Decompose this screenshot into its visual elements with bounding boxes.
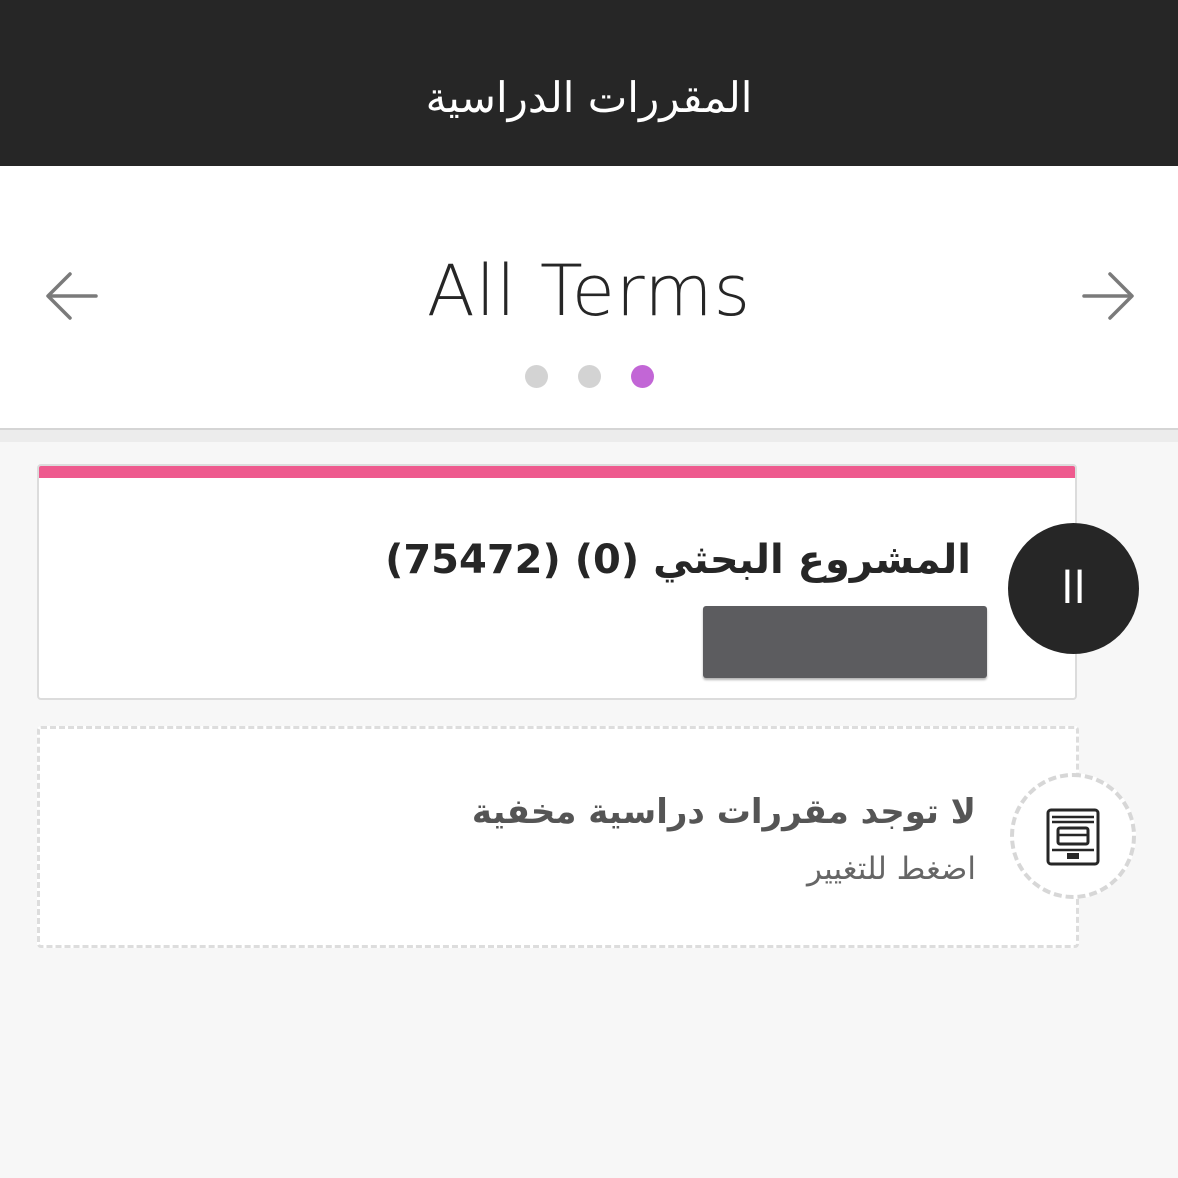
hidden-courses-card[interactable]: لا توجد مقررات دراسية مخفية اضغط للتغيير (37, 726, 1079, 948)
course-avatar: اا (1008, 523, 1139, 654)
redacted-instructor-name (703, 606, 987, 678)
arrow-right-icon (1082, 272, 1134, 320)
next-term-button[interactable] (1078, 266, 1138, 326)
page-dot-1[interactable] (524, 365, 548, 388)
page-dot-2[interactable] (577, 365, 601, 388)
page-title: المقررات الدراسية (425, 73, 753, 122)
term-switcher: All Terms (0, 166, 1178, 430)
hidden-courses-subtitle: اضغط للتغيير (806, 851, 976, 887)
course-archive-icon (1046, 808, 1100, 866)
app-header: المقررات الدراسية (0, 0, 1178, 166)
divider (0, 430, 1178, 442)
course-color-bar (39, 466, 1075, 478)
course-card[interactable]: المشروع البحثي (0) (75472) (37, 464, 1077, 700)
term-title[interactable]: All Terms (0, 246, 1178, 336)
course-title: المشروع البحثي (0) (75472) (385, 537, 971, 583)
page-indicator (0, 365, 1178, 388)
hidden-courses-title: لا توجد مقررات دراسية مخفية (471, 792, 976, 832)
page-dot-3[interactable] (630, 365, 654, 388)
hidden-courses-badge (1010, 773, 1136, 899)
